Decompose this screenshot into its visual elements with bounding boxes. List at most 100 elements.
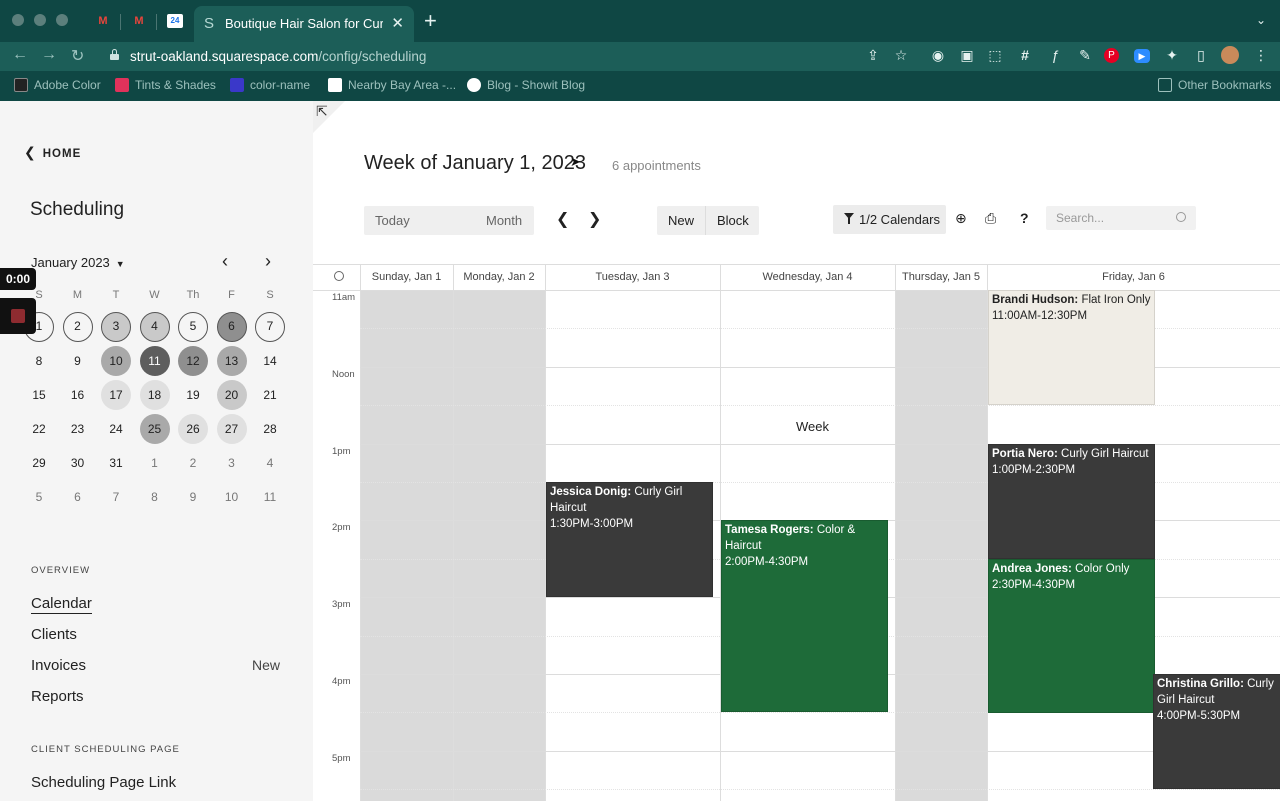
mini-calendar-day[interactable]: 5 [24,482,54,512]
more-menu-icon[interactable]: ⋮ [1252,47,1270,64]
side-panel-icon[interactable]: ▯ [1192,47,1210,64]
mini-calendar-day[interactable]: 17 [101,380,131,410]
mini-calendar-day[interactable]: 8 [140,482,170,512]
mini-calendar-day[interactable]: 9 [178,482,208,512]
bookmark-nearby-bay-area[interactable]: Nearby Bay Area -... [328,78,456,92]
screen-capture-icon[interactable]: ⬚ [986,47,1004,64]
view-month-button[interactable]: Month [486,213,522,228]
view-week-button[interactable]: Week [786,414,839,439]
mini-calendar-day[interactable]: 30 [63,448,93,478]
mini-calendar-day[interactable]: 6 [63,482,93,512]
appointment-block[interactable]: Christina Grillo: Curly Girl Haircut 4:00… [1153,674,1280,789]
bookmark-star-icon[interactable]: ☆ [892,47,910,64]
appointment-block[interactable]: Andrea Jones: Color Only 2:30PM-4:30PM [988,559,1155,713]
previous-week-arrow-icon[interactable]: ❮ [556,209,569,229]
bookmark-showit-blog[interactable]: Blog - Showit Blog [467,78,585,92]
mini-calendar-day[interactable]: 28 [255,414,285,444]
appointment-block[interactable]: Brandi Hudson: Flat Iron Only 11:00AM-12:… [988,290,1155,405]
mini-calendar-day[interactable]: 29 [24,448,54,478]
block-time-button[interactable]: Block [717,213,749,228]
mini-calendar-day[interactable]: 19 [178,380,208,410]
home-link[interactable]: ❮ HOME [24,144,81,161]
mini-calendar-day[interactable]: 24 [101,414,131,444]
mini-calendar-day[interactable]: 23 [63,414,93,444]
print-icon[interactable]: ⎙ [985,210,996,227]
mini-calendar-day[interactable]: 11 [139,346,170,376]
mini-calendar-day[interactable]: 20 [216,380,247,410]
mini-calendar-day[interactable]: 4 [255,448,285,478]
close-tab-icon[interactable]: ✕ [391,14,404,32]
pinterest-extension-icon[interactable]: P [1104,48,1119,63]
tab-search-chevron-icon[interactable]: ⌄ [1256,13,1266,27]
mini-calendar-month-select[interactable]: January 2023 ▼ [31,255,125,270]
day-column-header[interactable]: Wednesday, Jan 4 [720,271,895,283]
eyedropper-extension-icon[interactable]: ✎ [1076,47,1094,64]
new-tab-button[interactable]: + [424,9,437,33]
mini-calendar-day[interactable]: 21 [255,380,285,410]
day-column-header[interactable]: Monday, Jan 2 [453,271,545,283]
mini-calendar-day[interactable]: 3 [101,312,131,342]
mini-calendar-day[interactable]: 7 [101,482,131,512]
nav-invoices[interactable]: Invoices [31,657,86,674]
back-arrow-icon[interactable]: ← [12,46,28,64]
mini-calendar-day[interactable]: 13 [216,346,247,376]
mini-calendar-day[interactable]: 11 [255,482,285,512]
mini-calendar-day[interactable]: 5 [178,312,208,342]
hashtag-extension-icon[interactable]: # [1016,47,1034,63]
google-calendar-tab-icon[interactable]: 24 [167,14,183,28]
mini-calendar-day[interactable]: 6 [216,312,247,342]
gmail-tab-icon[interactable]: M [95,14,111,28]
help-icon[interactable]: ? [1020,210,1029,226]
nav-reports[interactable]: Reports [31,688,84,705]
new-appointment-button[interactable]: New [668,213,694,228]
mini-calendar-day[interactable]: 9 [63,346,93,376]
mini-calendar-day[interactable]: 8 [24,346,54,376]
search-field[interactable] [1046,206,1196,230]
mini-calendar-prev-button[interactable]: ‹ [222,251,228,272]
day-column-header[interactable]: Sunday, Jan 1 [360,271,453,283]
profile-avatar[interactable] [1221,46,1239,64]
mini-calendar-day[interactable]: 2 [62,312,93,342]
mini-calendar-day[interactable]: 26 [178,414,208,444]
gmail-tab-icon[interactable]: M [131,14,147,28]
mini-calendar-day[interactable]: 15 [24,380,54,410]
mini-calendar-day[interactable]: 27 [216,414,247,444]
other-bookmarks[interactable]: Other Bookmarks [1158,78,1271,92]
zoom-in-icon[interactable]: ⊕ [955,210,967,227]
font-extension-icon[interactable]: ƒ [1046,47,1064,63]
day-column-header[interactable]: Friday, Jan 6 [987,271,1280,283]
appointment-block[interactable]: Tamesa Rogers: Color & Haircut 2:00PM-4:3… [721,520,888,712]
mini-calendar-day[interactable]: 18 [139,380,170,410]
mini-calendar-day[interactable]: 31 [101,448,131,478]
view-today-button[interactable]: Today [375,213,410,228]
mini-calendar-day[interactable]: 3 [217,448,247,478]
minimize-window-button[interactable] [34,14,46,26]
mini-calendar-day[interactable]: 22 [24,414,54,444]
mini-calendar-next-button[interactable]: › [265,251,271,272]
zoom-extension-icon[interactable]: ▶ [1134,49,1150,63]
mini-calendar-day[interactable]: 25 [139,414,170,444]
mini-calendar-day[interactable]: 12 [178,346,208,376]
mini-calendar-day[interactable]: 2 [178,448,208,478]
password-manager-icon[interactable]: ◉ [929,47,947,64]
mini-calendar-day[interactable]: 14 [255,346,285,376]
calendars-filter-button[interactable]: 1/2 Calendars [833,205,946,234]
next-week-arrow-icon[interactable]: ❯ [588,209,601,229]
mini-calendar-day[interactable]: 10 [101,346,131,376]
mini-calendar-day[interactable]: 1 [140,448,170,478]
day-column-header[interactable]: Tuesday, Jan 3 [545,271,720,283]
address-bar[interactable]: strut-oakland.squarespace.com/config/sch… [100,44,920,68]
bookmark-tints-shades[interactable]: Tints & Shades [115,78,216,92]
forward-arrow-icon[interactable]: → [41,46,57,64]
mini-calendar-day[interactable]: 16 [63,380,93,410]
camera-extension-icon[interactable]: ▣ [958,47,976,64]
reload-icon[interactable]: ↻ [71,46,84,66]
day-column-header[interactable]: Thursday, Jan 5 [895,271,987,283]
mini-calendar-day[interactable]: 7 [255,312,285,342]
scheduling-page-link[interactable]: Scheduling Page Link [31,774,176,791]
appointment-block[interactable]: Portia Nero: Curly Girl Haircut 1:00PM-2:… [988,444,1155,559]
nav-clients[interactable]: Clients [31,626,77,643]
search-input[interactable] [1046,206,1176,230]
tab-active[interactable]: S Boutique Hair Salon for Curly H ✕ [194,6,414,42]
stop-recording-button[interactable] [0,298,36,334]
